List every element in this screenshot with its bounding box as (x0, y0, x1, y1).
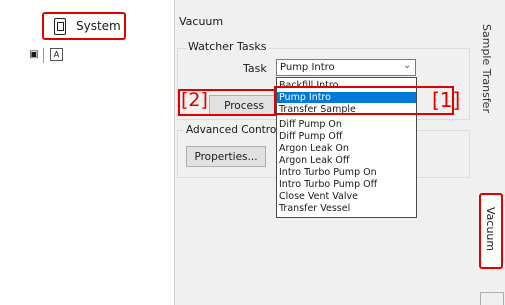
device-icon (54, 18, 66, 35)
advanced-control-title: Advanced Control (184, 124, 282, 136)
task-option[interactable]: Intro Turbo Pump Off (277, 179, 416, 190)
task-option[interactable]: Diff Pump Off (277, 131, 416, 142)
task-option[interactable]: Argon Leak On (277, 143, 416, 154)
section-title: Vacuum (179, 15, 224, 28)
toolbar-separator (43, 48, 44, 63)
system-tab[interactable]: System (42, 12, 126, 40)
task-option[interactable]: Close Vent Valve (277, 191, 416, 202)
task-option[interactable]: Intro Turbo Pump On (277, 167, 416, 178)
task-option[interactable]: Diff Pump On (277, 119, 416, 130)
system-tab-label: System (76, 19, 121, 33)
task-label: Task (243, 62, 267, 75)
pin-icon[interactable]: ▣ (28, 49, 40, 61)
task-select[interactable]: Pump Intro ⌄ (276, 59, 416, 76)
callout-label-1: [1] (432, 88, 461, 112)
tab-partial[interactable] (480, 292, 504, 305)
chevron-down-icon[interactable]: ⌄ (403, 60, 411, 71)
panel-toolbar: ▣ A (28, 48, 76, 64)
callout-box-1 (274, 86, 454, 115)
tab-sample-transfer-label: Sample Transfer (480, 24, 493, 113)
tab-vacuum-label: Vacuum (484, 207, 497, 252)
watcher-tasks-title: Watcher Tasks (186, 40, 269, 53)
tab-vacuum[interactable]: Vacuum (479, 193, 503, 269)
left-panel: System ▣ A (0, 0, 175, 305)
properties-icon[interactable]: A (50, 48, 63, 61)
properties-button[interactable]: Properties... (186, 146, 266, 167)
task-select-value: Pump Intro (280, 62, 335, 73)
properties-button-label: Properties... (194, 151, 258, 163)
task-option[interactable]: Argon Leak Off (277, 155, 416, 166)
callout-label-2: [2] (181, 89, 208, 111)
task-option[interactable]: Transfer Vessel (277, 203, 416, 214)
